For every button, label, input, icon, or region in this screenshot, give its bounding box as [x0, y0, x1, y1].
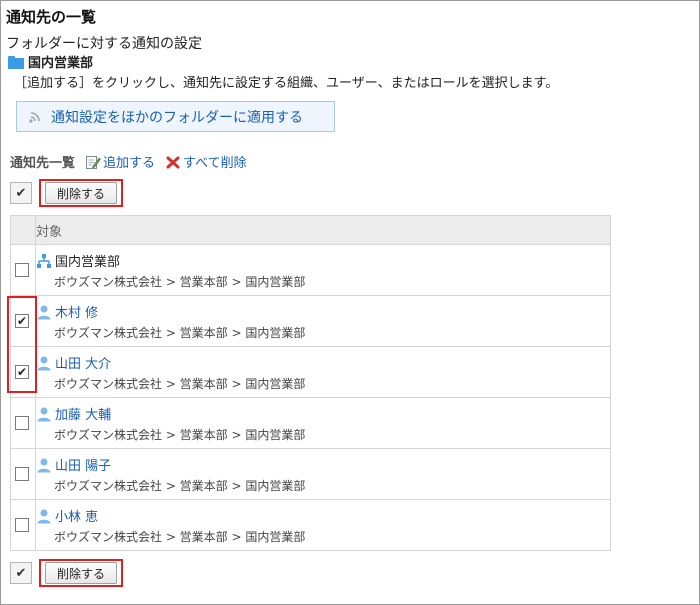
row-checkbox[interactable]: ✔: [15, 314, 29, 328]
table-row: 小林 恵 ボウズマン株式会社 > 営業本部 > 国内営業部: [10, 499, 611, 551]
table-row: ✔ 木村 修 ボウズマン株式会社 > 営業本部 > 国内営業部: [10, 295, 611, 347]
delete-button-bottom[interactable]: 削除する: [45, 562, 117, 584]
user-icon: [37, 407, 51, 421]
folder-icon: [8, 55, 24, 69]
bulk-actions-top: ✔ 削除する: [10, 179, 123, 207]
delete-all-link-label: すべて削除: [183, 156, 247, 171]
folder-line: 国内営業部: [8, 52, 93, 71]
delete-all-link[interactable]: すべて削除: [165, 152, 247, 171]
target-path: ボウズマン株式会社 > 営業本部 > 国内営業部: [54, 530, 306, 544]
table-row: 国内営業部 ボウズマン株式会社 > 営業本部 > 国内営業部: [10, 244, 611, 296]
user-icon: [37, 305, 51, 319]
target-name-link[interactable]: 山田 大介: [55, 353, 111, 372]
row-checkbox[interactable]: [15, 467, 29, 481]
add-link-label: 追加する: [103, 156, 156, 171]
table-row: 加藤 大輔 ボウズマン株式会社 > 営業本部 > 国内営業部: [10, 397, 611, 449]
page-subtitle: フォルダーに対する通知の設定: [6, 36, 202, 52]
add-edit-icon: [86, 155, 101, 169]
table-header-target: 対象: [35, 215, 611, 245]
row-checkbox[interactable]: [15, 263, 29, 277]
delete-button-top[interactable]: 削除する: [45, 182, 117, 204]
row-checkbox[interactable]: ✔: [15, 365, 29, 379]
page-title: 通知先の一覧: [6, 8, 97, 26]
apply-to-other-folders-button[interactable]: 通知設定をほかのフォルダーに適用する: [16, 101, 335, 132]
add-link[interactable]: 追加する: [85, 152, 155, 171]
target-name-link[interactable]: 加藤 大輔: [55, 404, 111, 423]
target-name-link[interactable]: 木村 修: [55, 302, 98, 321]
table-header-check: [10, 215, 36, 245]
table-row: ✔ 山田 大介 ボウズマン株式会社 > 営業本部 > 国内営業部: [10, 346, 611, 398]
target-name: 国内営業部: [55, 255, 121, 270]
target-path: ボウズマン株式会社 > 営業本部 > 国内営業部: [54, 428, 306, 442]
target-name-link[interactable]: 小林 恵: [55, 506, 98, 525]
delete-button-highlight-top: 削除する: [39, 179, 123, 207]
target-name-link[interactable]: 山田 陽子: [55, 455, 111, 474]
user-icon: [37, 458, 51, 472]
folder-name: 国内営業部: [28, 56, 94, 71]
signal-icon: [29, 111, 40, 123]
target-path: ボウズマン株式会社 > 営業本部 > 国内営業部: [54, 275, 306, 289]
row-checkbox[interactable]: [15, 416, 29, 430]
user-icon: [37, 356, 51, 370]
instruction-text: ［追加する］をクリックし、通知先に設定する組織、ユーザー、またはロールを選択しま…: [14, 76, 559, 91]
user-icon: [37, 509, 51, 523]
select-all-toggle-top[interactable]: ✔: [10, 182, 32, 204]
delete-x-icon: [166, 156, 180, 168]
list-header: 通知先一覧 追加する すべて削除: [10, 152, 257, 171]
bulk-actions-bottom: ✔ 削除する: [10, 559, 123, 587]
target-path: ボウズマン株式会社 > 営業本部 > 国内営業部: [54, 377, 306, 391]
apply-button-label: 通知設定をほかのフォルダーに適用する: [51, 109, 303, 126]
row-checkbox[interactable]: [15, 518, 29, 532]
list-title: 通知先一覧: [10, 156, 76, 171]
target-path: ボウズマン株式会社 > 営業本部 > 国内営業部: [54, 479, 306, 493]
select-all-toggle-bottom[interactable]: ✔: [10, 562, 32, 584]
organization-icon: [37, 253, 51, 268]
target-path: ボウズマン株式会社 > 営業本部 > 国内営業部: [54, 326, 306, 340]
table-row: 山田 陽子 ボウズマン株式会社 > 営業本部 > 国内営業部: [10, 448, 611, 500]
delete-button-highlight-bottom: 削除する: [39, 559, 123, 587]
targets-table: 対象 国内営業部 ボウズマン株式会社 > 営業本部 > 国内営業部 ✔ 木村 修…: [10, 215, 611, 551]
